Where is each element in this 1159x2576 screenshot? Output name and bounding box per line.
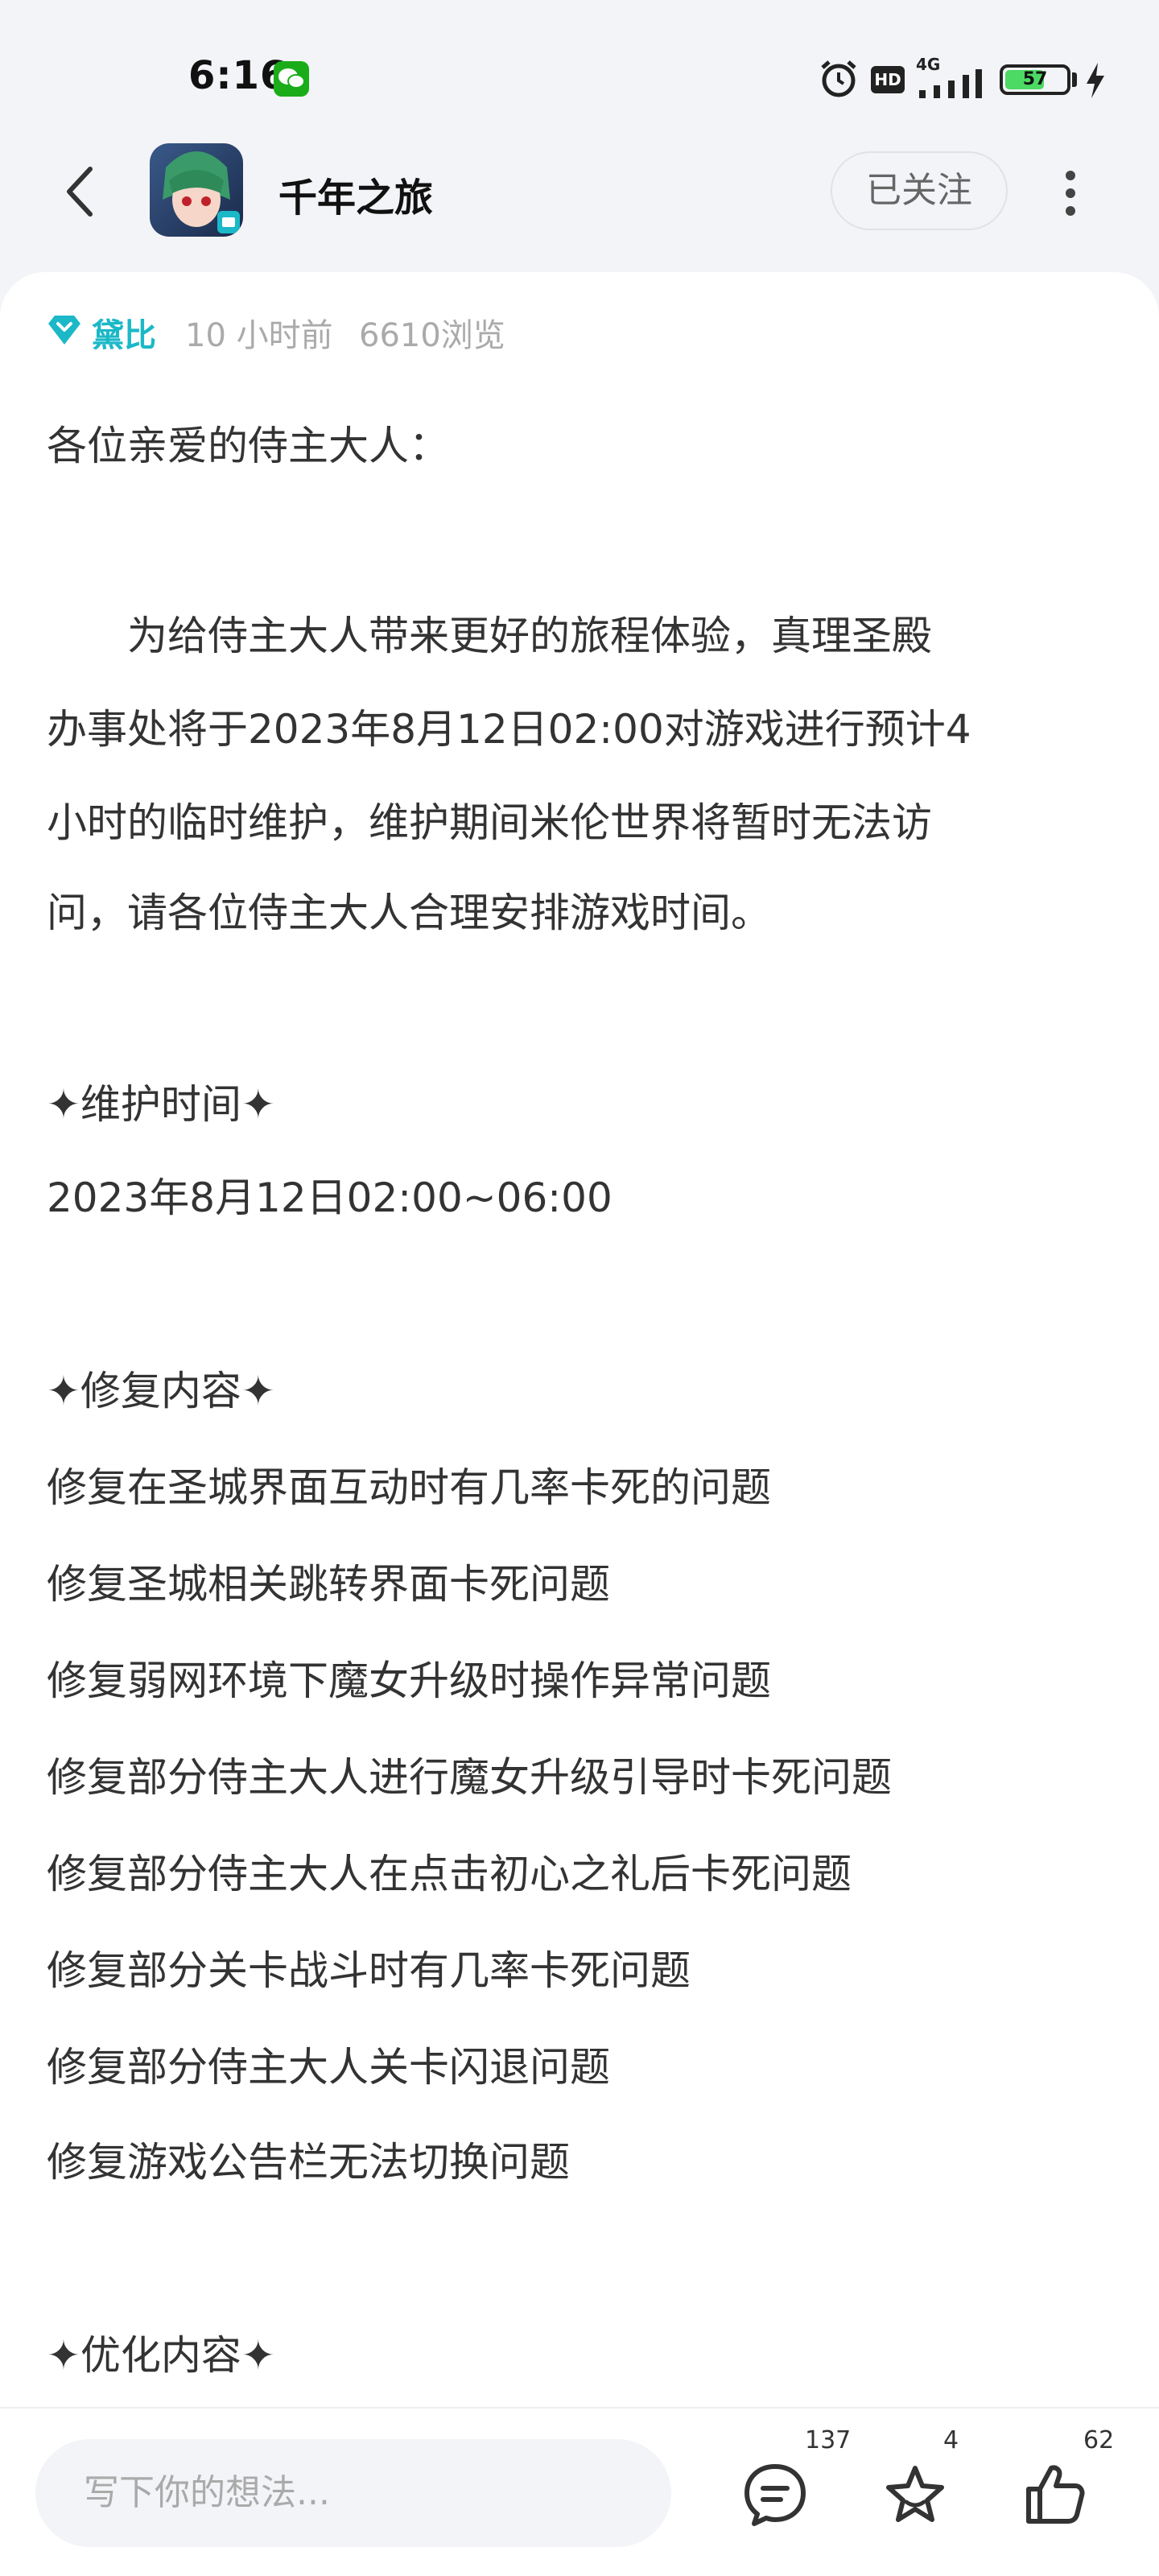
battery-level: 57 [1022, 69, 1048, 89]
bottom-bar: 写下你的想法... 137 4 62 [0, 2407, 1159, 2576]
status-time: 6:16 [188, 53, 288, 98]
wechat-icon [274, 61, 309, 97]
charging-icon [1087, 63, 1104, 98]
post-line: 2023年8月12日02:00~06:00 [47, 1174, 612, 1221]
favorite-count: 4 [943, 2426, 959, 2454]
comment-count: 137 [805, 2426, 852, 2454]
post-line: 修复圣城相关跳转界面卡死问题 [47, 1561, 610, 1608]
post-time: 10 小时前 [185, 317, 333, 354]
post-line: 修复在圣城界面互动时有几率卡死的问题 [47, 1464, 771, 1511]
hd-icon: HD [871, 66, 905, 93]
app-icon[interactable] [150, 143, 243, 237]
signal-icon: 4G [916, 55, 984, 100]
comment-button[interactable] [731, 2450, 819, 2539]
comment-input[interactable]: 写下你的想法... [35, 2439, 671, 2547]
battery-cap [1072, 72, 1077, 87]
post-line: 修复弱网环境下魔女升级时操作异常问题 [47, 1657, 771, 1704]
alarm-icon [821, 60, 856, 97]
back-arrow-icon[interactable] [56, 161, 105, 222]
comment-icon [744, 2464, 806, 2526]
post-line: 修复游戏公告栏无法切换问题 [47, 2139, 570, 2186]
section-heading: ✦维护时间✦ [47, 1081, 275, 1128]
post-line: 修复部分关卡战斗时有几率卡死问题 [47, 1947, 691, 1994]
diamond-icon [48, 316, 80, 345]
star-icon [886, 2466, 944, 2522]
view-count: 6610浏览 [359, 317, 505, 354]
follow-button[interactable]: 已关注 [831, 151, 1008, 230]
author-name[interactable]: 黛比 [92, 309, 156, 356]
battery-icon: 57 [1000, 64, 1070, 95]
post-line: 修复部分侍主大人关卡闪退问题 [47, 2044, 610, 2091]
post-line: 修复部分侍主大人在点击初心之礼后卡死问题 [47, 1851, 852, 1897]
like-count: 62 [1083, 2426, 1115, 2454]
section-heading: ✦优化内容✦ [47, 2332, 275, 2379]
more-options-icon[interactable] [1051, 161, 1090, 222]
post-line: 小时的临时维护，维护期间米伦世界将暂时无法访 [47, 799, 932, 846]
header: 千年之旅 已关注 [0, 137, 1159, 250]
post-line: 为给侍主大人带来更好的旅程体验，真理圣殿 [47, 613, 932, 659]
section-heading: ✦修复内容✦ [47, 1368, 275, 1414]
post-line: 修复部分侍主大人进行魔女升级引导时卡死问题 [47, 1754, 892, 1801]
app-title[interactable]: 千年之旅 [278, 166, 433, 222]
thumbs-up-icon [1026, 2465, 1085, 2524]
favorite-button[interactable] [871, 2450, 959, 2539]
post-line: 问，请各位侍主大人合理安排游戏时间。 [47, 890, 771, 936]
post-card: 黛比 10 小时前 6610浏览 各位亲爱的侍主大人： 为给侍主大人带来更好的旅… [0, 272, 1159, 2446]
like-button[interactable] [1011, 2450, 1099, 2539]
post-line: 各位亲爱的侍主大人： [47, 423, 449, 469]
post-line: 办事处将于2023年8月12日02:00对游戏进行预计4 [47, 706, 971, 753]
